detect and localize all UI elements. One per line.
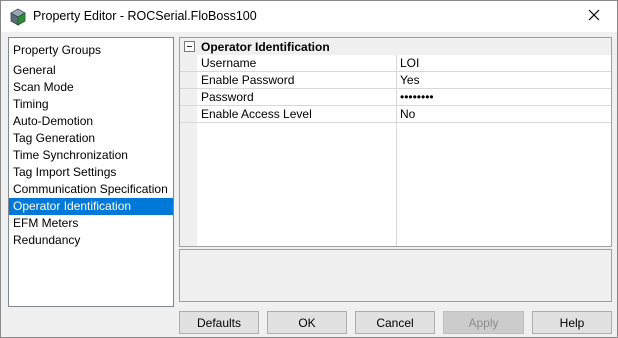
group-item-tag-generation[interactable]: Tag Generation [9,130,173,147]
group-item-operator-identification[interactable]: Operator Identification [9,198,173,215]
group-item-auto-demotion[interactable]: Auto-Demotion [9,113,173,130]
group-item-efm-meters[interactable]: EFM Meters [9,215,173,232]
property-name: Password [201,90,254,104]
property-row-username[interactable]: Username LOI [180,55,611,72]
property-name: Enable Access Level [201,107,312,121]
property-value[interactable]: •••••••• [397,89,611,105]
property-value[interactable]: LOI [397,55,611,71]
ok-button[interactable]: OK [267,311,347,334]
cancel-button[interactable]: Cancel [355,311,435,334]
apply-button[interactable]: Apply [443,311,524,334]
close-icon [588,9,600,24]
category-row[interactable]: Operator Identification [180,38,611,55]
property-value[interactable]: Yes [397,72,611,88]
title-bar[interactable]: Property Editor - ROCSerial.FloBoss100 [1,1,617,32]
group-item-tag-import-settings[interactable]: Tag Import Settings [9,164,173,181]
group-item-redundancy[interactable]: Redundancy [9,232,173,249]
property-groups-list: General Scan Mode Timing Auto-Demotion T… [9,62,173,249]
property-name: Enable Password [201,73,295,87]
property-grid: Operator Identification Username LOI Ena… [179,37,612,247]
property-editor-icon [9,8,27,26]
group-item-timing[interactable]: Timing [9,96,173,113]
property-groups-panel: Property Groups General Scan Mode Timing… [8,37,174,307]
property-name: Username [201,56,257,70]
property-row-enable-password[interactable]: Enable Password Yes [180,72,611,89]
category-label: Operator Identification [201,40,330,54]
group-item-time-synchronization[interactable]: Time Synchronization [9,147,173,164]
collapse-minus-icon[interactable] [184,41,195,52]
property-row-enable-access-level[interactable]: Enable Access Level No [180,106,611,123]
group-item-communication-specification[interactable]: Communication Specification [9,181,173,198]
window-title: Property Editor - ROCSerial.FloBoss100 [33,9,257,23]
property-groups-header: Property Groups [13,43,102,57]
help-button[interactable]: Help [532,311,612,334]
property-editor-window: Property Editor - ROCSerial.FloBoss100 P… [0,0,618,338]
defaults-button[interactable]: Defaults [179,311,259,334]
group-item-scan-mode[interactable]: Scan Mode [9,79,173,96]
description-pane [179,249,612,302]
group-item-general[interactable]: General [9,62,173,79]
property-value[interactable]: No [397,106,611,122]
property-row-password[interactable]: Password •••••••• [180,89,611,106]
close-button[interactable] [571,1,617,32]
